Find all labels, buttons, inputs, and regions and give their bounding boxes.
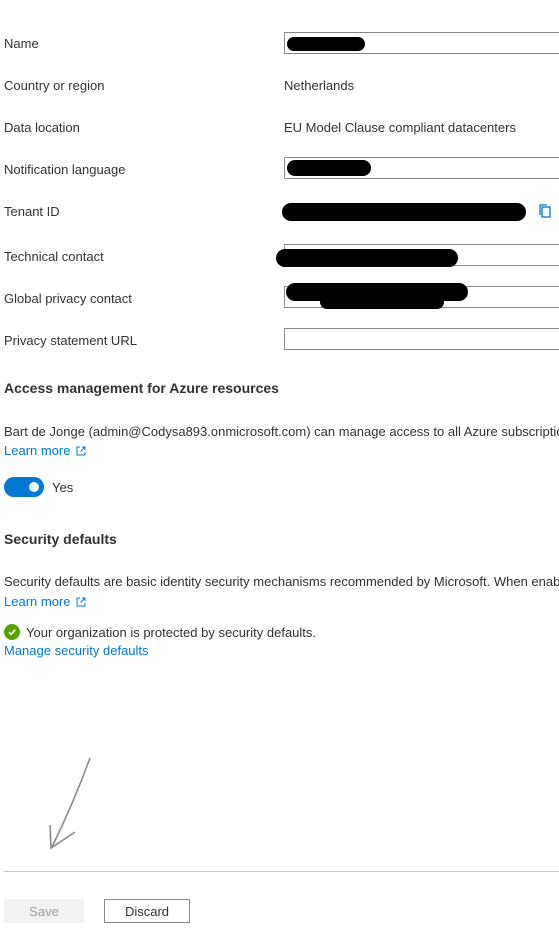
azure-access-toggle[interactable]: [4, 477, 44, 497]
security-status-text: Your organization is protected by securi…: [26, 624, 317, 640]
learn-more-label: Learn more: [4, 443, 71, 458]
security-learn-more-link[interactable]: Learn more: [4, 594, 86, 609]
security-defaults-title: Security defaults: [4, 531, 117, 547]
copy-icon[interactable]: [537, 203, 553, 219]
hand-drawn-arrow: [49, 757, 91, 850]
tenant-properties-page: Name Country or region Netherlands Data …: [0, 0, 559, 934]
success-check-icon: [4, 624, 20, 640]
external-link-icon: [76, 446, 86, 455]
access-management-description: Bart de Jonge (admin@Codysa893.onmicroso…: [4, 424, 559, 439]
security-status: Your organization is protected by securi…: [4, 624, 316, 640]
redaction-mark: [287, 160, 371, 176]
country-value: Netherlands: [284, 78, 355, 93]
privacy-statement-url-label: Privacy statement URL: [4, 333, 137, 348]
access-learn-more-link[interactable]: Learn more: [4, 443, 86, 458]
technical-contact-label: Technical contact: [4, 249, 104, 264]
country-label: Country or region: [4, 78, 105, 93]
tenant-id-label: Tenant ID: [4, 204, 60, 219]
name-field[interactable]: [284, 32, 559, 54]
privacy-statement-url-field[interactable]: [284, 328, 559, 350]
data-location-label: Data location: [4, 120, 80, 135]
data-location-value: EU Model Clause compliant datacenters: [284, 120, 516, 135]
notification-language-field[interactable]: [284, 157, 559, 179]
security-defaults-description: Security defaults are basic identity sec…: [4, 574, 559, 589]
notification-language-label: Notification language: [4, 162, 126, 177]
save-button[interactable]: Save: [4, 899, 84, 923]
tenant-id-value: [282, 203, 526, 221]
redaction-mark: [287, 37, 365, 51]
redaction-mark: [276, 249, 458, 267]
global-privacy-contact-label: Global privacy contact: [4, 291, 132, 306]
learn-more-label: Learn more: [4, 594, 71, 609]
name-label: Name: [4, 36, 39, 51]
redaction-mark: [320, 295, 444, 309]
toggle-knob: [29, 482, 39, 492]
footer-divider: [4, 871, 559, 872]
external-link-icon: [76, 597, 86, 606]
manage-security-defaults-link[interactable]: Manage security defaults: [4, 643, 149, 658]
access-management-title: Access management for Azure resources: [4, 380, 279, 396]
azure-access-toggle-label: Yes: [52, 480, 74, 495]
discard-button[interactable]: Discard: [104, 899, 190, 923]
